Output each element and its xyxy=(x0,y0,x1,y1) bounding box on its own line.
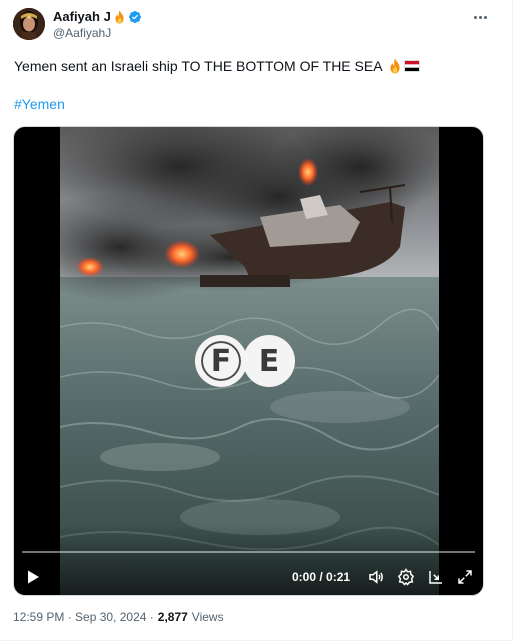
tweet-timestamp[interactable]: 12:59 PM · Sep 30, 2024 · xyxy=(13,610,154,624)
author-display-name[interactable]: Aafiyah J xyxy=(53,9,111,24)
hashtag-link[interactable]: #Yemen xyxy=(14,96,65,112)
settings-icon[interactable] xyxy=(397,568,415,586)
more-options-button[interactable] xyxy=(470,8,490,26)
video-watermark-logo: F E xyxy=(195,335,295,387)
tweet-text-body: Yemen sent an Israeli ship TO THE BOTTOM… xyxy=(14,58,383,74)
video-time-display: 0:00 / 0:21 xyxy=(292,570,351,584)
author-handle[interactable]: @AafiyahJ xyxy=(53,26,142,40)
fire-emoji xyxy=(387,58,403,74)
author-block: Aafiyah J @AafiyahJ xyxy=(53,8,142,40)
views-count: 2,877 xyxy=(157,610,188,624)
play-icon[interactable] xyxy=(25,569,41,585)
yemen-flag xyxy=(403,60,420,72)
tweet-card: Aafiyah J @AafiyahJ Yemen sent an Israel… xyxy=(0,0,513,641)
watermark-letter-e: E xyxy=(243,335,295,387)
video-player[interactable]: F E 0:00 / 0:21 xyxy=(13,126,484,596)
author-name-row: Aafiyah J xyxy=(53,8,142,25)
more-dot-icon xyxy=(478,15,482,19)
video-progress-bar[interactable] xyxy=(22,551,475,553)
watermark-letter-f: F xyxy=(195,335,247,387)
tweet-meta: 12:59 PM · Sep 30, 2024 · 2,877 Views xyxy=(13,610,224,624)
volume-icon[interactable] xyxy=(367,568,385,586)
fire-emoji xyxy=(113,10,126,24)
pip-icon[interactable] xyxy=(427,568,445,586)
more-dot-icon xyxy=(483,15,487,19)
avatar[interactable] xyxy=(13,8,45,40)
verified-badge-icon[interactable] xyxy=(128,10,142,24)
views-label: Views xyxy=(191,610,224,624)
tweet-text: Yemen sent an Israeli ship TO THE BOTTOM… xyxy=(14,57,420,75)
more-dot-icon xyxy=(473,15,477,19)
fullscreen-icon[interactable] xyxy=(456,568,474,586)
